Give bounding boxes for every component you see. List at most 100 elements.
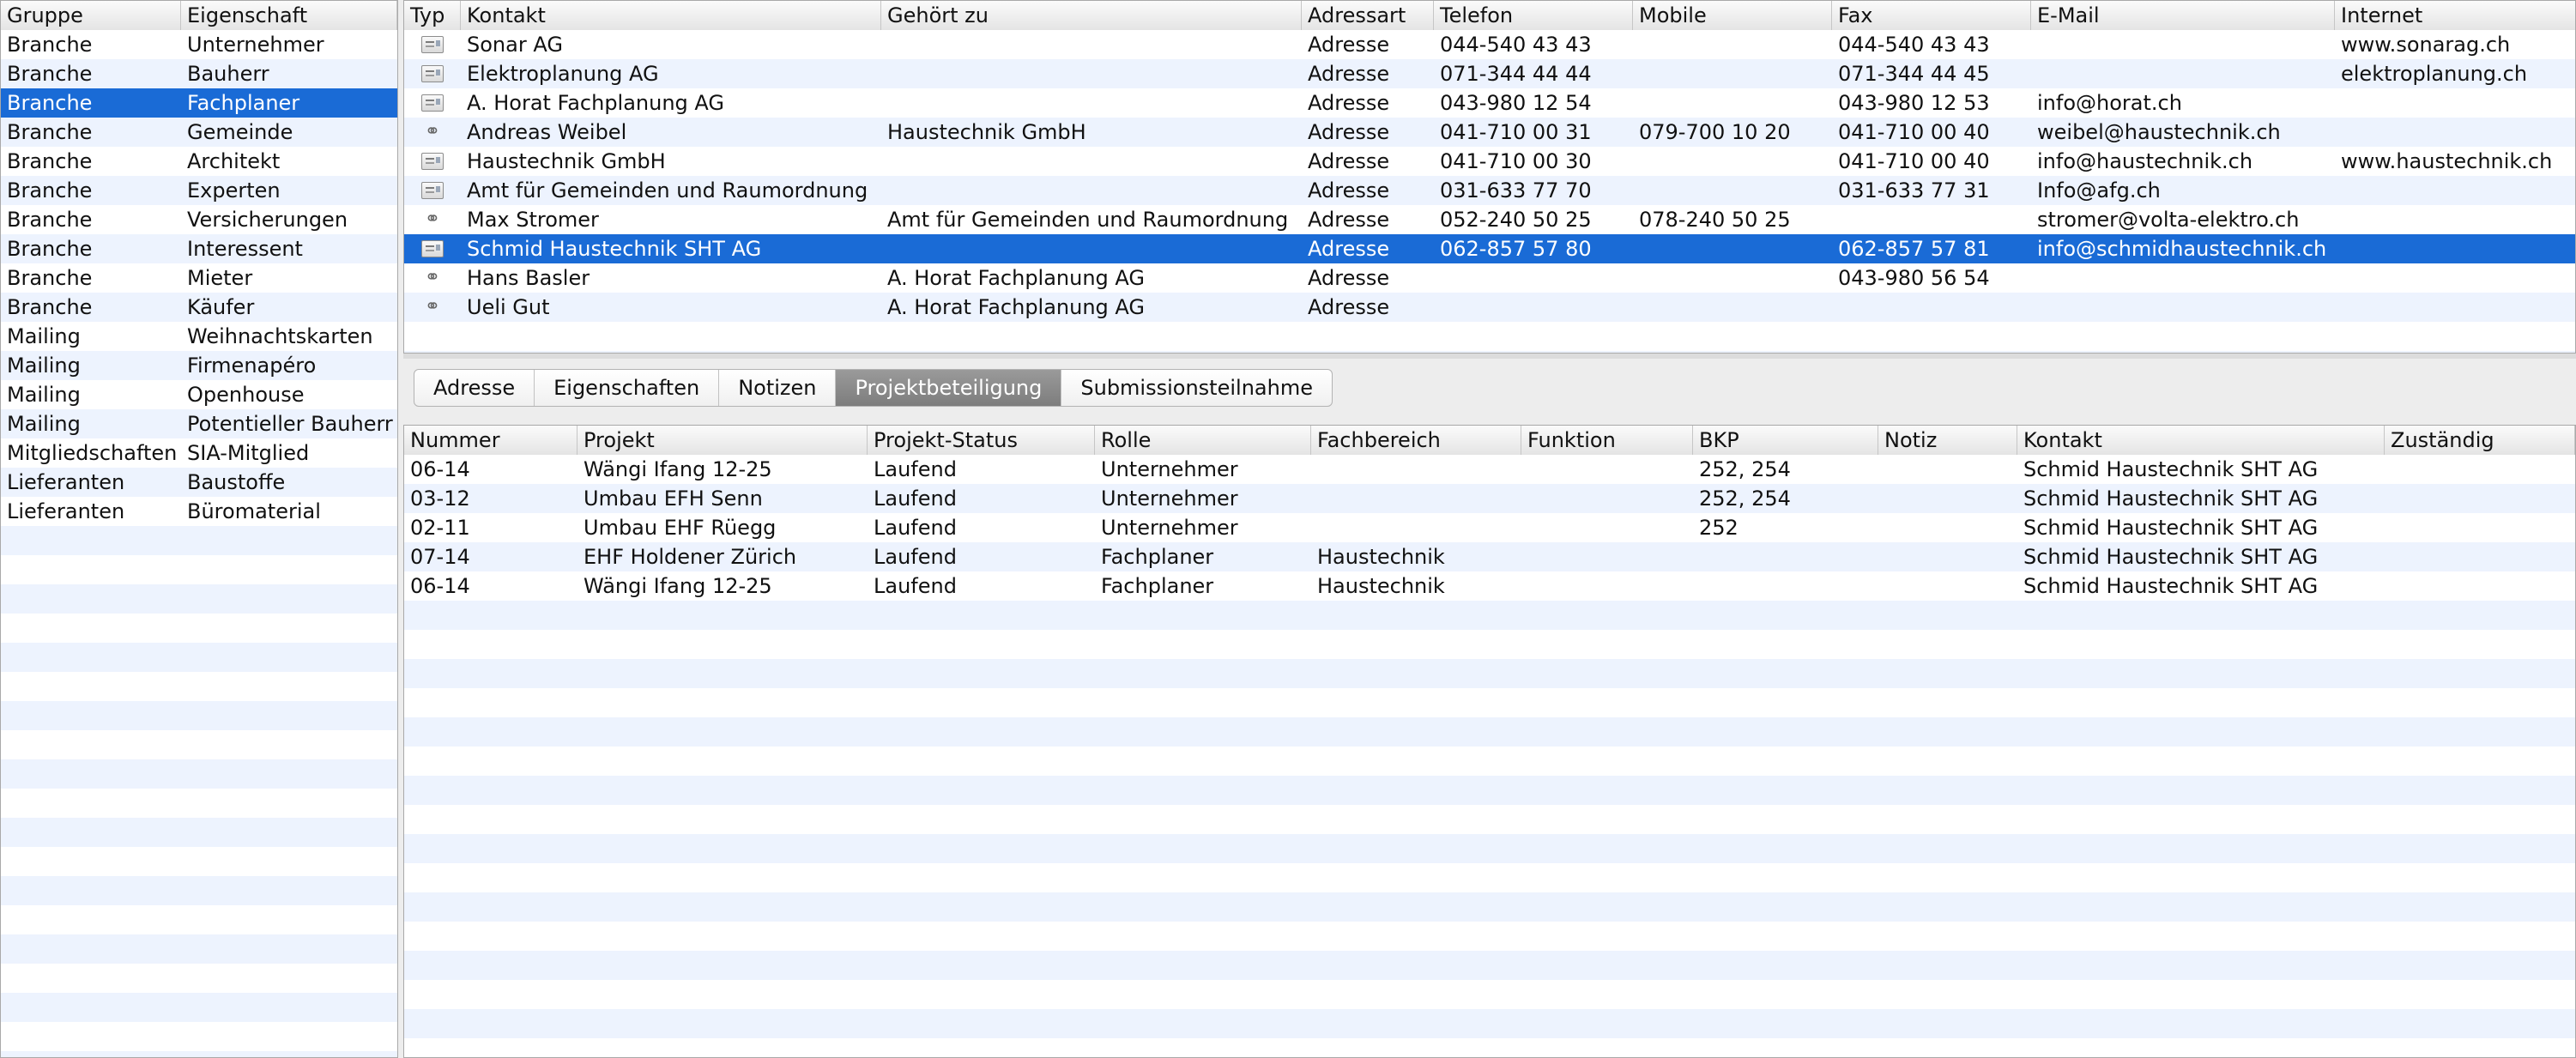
table-row[interactable]: Mailing Openhouse	[1, 380, 397, 409]
projects-table[interactable]: Nummer Projekt Projekt-Status Rolle Fachbere…	[403, 425, 2576, 1058]
column-header-rolle[interactable]: Rolle	[1095, 426, 1311, 455]
cell-fachbereich	[1311, 484, 1521, 513]
column-header-notiz[interactable]: Notiz	[1878, 426, 2017, 455]
column-header-projekt[interactable]: Projekt	[577, 426, 868, 455]
table-row[interactable]: ⚭ Hans Basler A. Horat Fachplanung AG Adres…	[404, 263, 2575, 293]
column-header-adressart[interactable]: Adressart	[1302, 1, 1434, 30]
table-row[interactable]: Branche Experten	[1, 176, 397, 205]
cell-projekt-status: Laufend	[874, 574, 957, 598]
group-cell: Lieferanten	[7, 499, 125, 523]
contacts-table[interactable]: Typ Kontakt Gehört zu Adressart Telefon Mobil…	[403, 0, 2576, 354]
property-cell: Unternehmer	[187, 33, 324, 57]
cell-bkp: 252, 254	[1699, 457, 1791, 481]
column-header-gehort-zu[interactable]: Gehört zu	[881, 1, 1302, 30]
table-row[interactable]: Mailing Weihnachtskarten	[1, 322, 397, 351]
column-header-typ[interactable]: Typ	[404, 1, 461, 30]
address-type-cell: Adresse	[1308, 91, 1390, 115]
table-row[interactable]: 07-14 EHF Holdener Zürich Laufend Fachplane…	[404, 542, 2575, 571]
cell-projekt-status: Laufend	[874, 457, 957, 481]
group-cell: Lieferanten	[7, 470, 125, 494]
table-row[interactable]: A. Horat Fachplanung AG Adresse 043-980 12…	[404, 88, 2575, 118]
fax-cell: 043-980 12 53	[1838, 91, 1990, 115]
table-row[interactable]: Mailing Firmenapéro	[1, 351, 397, 380]
table-row[interactable]: Mailing Potentieller Bauherr	[1, 409, 397, 438]
address-type-cell: Adresse	[1308, 295, 1390, 319]
table-row[interactable]: 06-14 Wängi Ifang 12-25 Laufend Unternehmer…	[404, 455, 2575, 484]
address-card-icon	[421, 65, 444, 82]
column-header-fachbereich[interactable]: Fachbereich	[1311, 426, 1521, 455]
column-header-nummer[interactable]: Nummer	[404, 426, 577, 455]
column-header-internet[interactable]: Internet	[2335, 1, 2575, 30]
property-cell: Interessent	[187, 237, 303, 261]
tab-eigenschaften[interactable]: Eigenschaften	[535, 370, 720, 406]
belongs-to-cell	[881, 234, 1302, 263]
table-row[interactable]: ⚭ Andreas Weibel Haustechnik GmbH Adresse 04…	[404, 118, 2575, 147]
column-header-gruppe[interactable]: Gruppe	[1, 1, 181, 30]
mobile-cell	[1633, 263, 1832, 293]
email-cell: stromer@volta-elektro.ch	[2037, 208, 2300, 232]
cell-fachbereich: Haustechnik	[1317, 574, 1445, 598]
column-header-kontakt[interactable]: Kontakt	[461, 1, 881, 30]
table-row[interactable]: Branche Gemeinde	[1, 118, 397, 147]
cell-nummer: 07-14	[410, 545, 470, 569]
table-row[interactable]: Mitgliedschaften SIA-Mitglied	[1, 438, 397, 468]
website-cell: www.sonarag.ch	[2341, 33, 2511, 57]
table-row[interactable]: Branche Käufer	[1, 293, 397, 322]
cell-funktion	[1521, 484, 1693, 513]
table-row[interactable]: Branche Interessent	[1, 234, 397, 263]
address-type-cell: Adresse	[1308, 178, 1390, 203]
table-row[interactable]: ⚭ Ueli Gut A. Horat Fachplanung AG Adresse	[404, 293, 2575, 322]
mobile-cell	[1633, 59, 1832, 88]
cell-fachbereich	[1311, 513, 1521, 542]
table-row[interactable]: 02-11 Umbau EHF Rüegg Laufend Unternehmer 25…	[404, 513, 2575, 542]
type-cell: ⚭	[404, 118, 461, 147]
column-header-mobile[interactable]: Mobile	[1633, 1, 1832, 30]
tab-projektbeteiligung[interactable]: Projektbeteiligung	[836, 370, 1062, 406]
cell-bkp	[1693, 542, 1878, 571]
column-header-fax[interactable]: Fax	[1832, 1, 2031, 30]
column-header-kontakt[interactable]: Kontakt	[2017, 426, 2385, 455]
table-row[interactable]: Branche Fachplaner	[1, 88, 397, 118]
table-row[interactable]: Branche Architekt	[1, 147, 397, 176]
table-row[interactable]: Amt für Gemeinden und Raumordnung Adresse…	[404, 176, 2575, 205]
group-cell: Branche	[7, 33, 93, 57]
column-header-telefon[interactable]: Telefon	[1434, 1, 1633, 30]
table-row[interactable]: Elektroplanung AG Adresse 071-344 44 44 071…	[404, 59, 2575, 88]
type-cell	[404, 88, 461, 118]
table-row[interactable]: Branche Bauherr	[1, 59, 397, 88]
detail-tab-bar: Adresse Eigenschaften Notizen Projektbeteil…	[414, 369, 1333, 407]
table-row[interactable]: Sonar AG Adresse 044-540 43 43 044-540 43 4…	[404, 30, 2575, 59]
column-header-funktion[interactable]: Funktion	[1521, 426, 1693, 455]
projects-rows: 06-14 Wängi Ifang 12-25 Laufend Unternehmer…	[404, 455, 2575, 1057]
column-header-zustandig[interactable]: Zuständig	[2385, 426, 2575, 455]
table-row[interactable]: Branche Versicherungen	[1, 205, 397, 234]
table-row[interactable]: 06-14 Wängi Ifang 12-25 Laufend Fachplaner H…	[404, 571, 2575, 601]
group-property-table[interactable]: Gruppe Eigenschaft Branche Unternehmer Bran…	[0, 0, 398, 1058]
table-row[interactable]: Lieferanten Baustoffe	[1, 468, 397, 497]
phone-cell: 071-344 44 44	[1440, 62, 1592, 86]
phone-cell	[1434, 263, 1633, 293]
table-row[interactable]: Haustechnik GmbH Adresse 041-710 00 30 041-…	[404, 147, 2575, 176]
table-row[interactable]: Branche Mieter	[1, 263, 397, 293]
column-header-eigenschaft[interactable]: Eigenschaft	[181, 1, 397, 30]
table-row[interactable]: Branche Unternehmer	[1, 30, 397, 59]
tab-adresse[interactable]: Adresse	[414, 370, 535, 406]
table-row[interactable]: Schmid Haustechnik SHT AG Adresse 062-857 …	[404, 234, 2575, 263]
cell-zustandig	[2385, 455, 2575, 484]
column-header-bkp[interactable]: BKP	[1693, 426, 1878, 455]
contact-cell: Elektroplanung AG	[467, 62, 659, 86]
contacts-header: Typ Kontakt Gehört zu Adressart Telefon Mobil…	[404, 1, 2575, 31]
contact-cell: Haustechnik GmbH	[467, 149, 666, 173]
cell-zustandig	[2385, 513, 2575, 542]
table-row[interactable]: ⚭ Max Stromer Amt für Gemeinden und Raumor…	[404, 205, 2575, 234]
cell-kontakt: Schmid Haustechnik SHT AG	[2023, 545, 2319, 569]
split-divider[interactable]	[403, 354, 2576, 359]
column-header-e-mail[interactable]: E-Mail	[2031, 1, 2335, 30]
website-cell	[2335, 205, 2575, 234]
table-row[interactable]: Lieferanten Büromaterial	[1, 497, 397, 526]
link-icon: ⚭	[424, 267, 441, 288]
tab-notizen[interactable]: Notizen	[719, 370, 837, 406]
tab-submissionsteilnahme[interactable]: Submissionsteilnahme	[1061, 370, 1332, 406]
table-row[interactable]: 03-12 Umbau EFH Senn Laufend Unternehmer 252…	[404, 484, 2575, 513]
column-header-projekt-status[interactable]: Projekt-Status	[868, 426, 1095, 455]
